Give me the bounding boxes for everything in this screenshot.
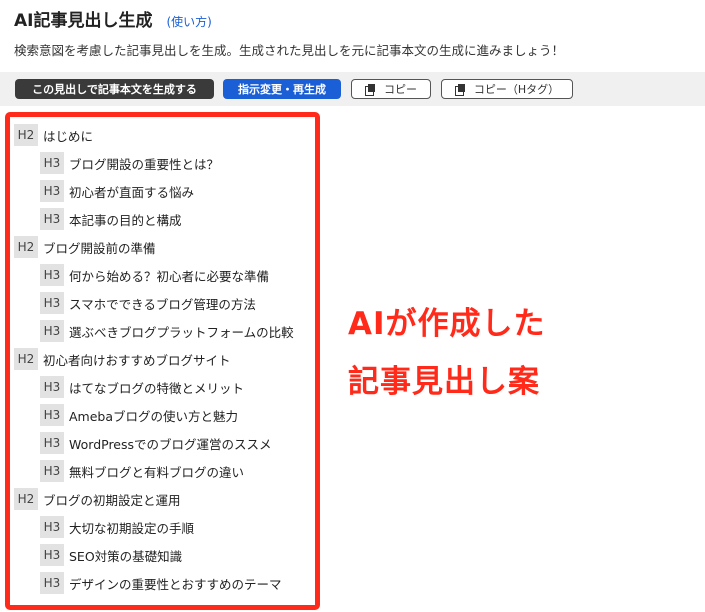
heading-level-badge: H3 xyxy=(40,432,64,454)
heading-level-badge: H3 xyxy=(40,516,64,538)
copy-label: コピー xyxy=(384,83,417,96)
page-description: 検索意図を考慮した記事見出しを生成。生成された見出しを元に記事本文の生成に進みま… xyxy=(14,43,565,58)
heading-level-badge: H3 xyxy=(40,152,64,174)
regenerate-label: 指示変更・再生成 xyxy=(238,83,326,96)
heading-level-badge: H3 xyxy=(40,572,64,594)
heading-level-badge: H3 xyxy=(40,320,64,342)
heading-level-badge: H2 xyxy=(14,124,38,146)
generate-article-label: この見出しで記事本文を生成する xyxy=(32,83,197,96)
howto-link[interactable]: (使い方) xyxy=(166,13,211,30)
heading-row-h3: H3 はてなブログの特徴とメリット xyxy=(14,373,314,401)
heading-level-badge: H2 xyxy=(14,236,38,258)
copy-htag-label: コピー（Hタグ） xyxy=(473,83,560,96)
heading-row-h3: H3 何から始める？初心者に必要な準備 xyxy=(14,261,314,289)
regenerate-button[interactable]: 指示変更・再生成 xyxy=(223,79,341,99)
heading-text: 選ぶべきブログプラットフォームの比較 xyxy=(69,324,294,340)
heading-text: 初心者向けおすすめブログサイト xyxy=(43,352,231,368)
copy-icon xyxy=(454,83,466,96)
heading-outline-highlight: H2 はじめに H3 ブログ開設の重要性とは？ H3 初心者が直面する悩み H3 本記事の目的… xyxy=(5,112,320,610)
heading-text: 何から始める？初心者に必要な準備 xyxy=(69,268,270,284)
heading-text: WordPressでのブログ運営のススメ xyxy=(69,436,272,452)
heading-row-h3: H3 無料ブログと有料ブログの違い xyxy=(14,457,314,485)
heading-row-h3: H3 初心者が直面する悩み xyxy=(14,177,314,205)
heading-level-badge: H3 xyxy=(40,208,64,230)
header: AI記事見出し生成 (使い方) xyxy=(14,6,212,31)
heading-level-badge: H3 xyxy=(40,376,64,398)
heading-text: 本記事の目的と構成 xyxy=(69,212,182,228)
heading-level-badge: H3 xyxy=(40,544,64,566)
heading-level-badge: H2 xyxy=(14,488,38,510)
heading-level-badge: H3 xyxy=(40,460,64,482)
toolbar: この見出しで記事本文を生成する 指示変更・再生成 コピー コピー（Hタグ） xyxy=(0,72,705,106)
heading-level-badge: H3 xyxy=(40,180,64,202)
heading-row-h3: H3 Amebaブログの使い方と魅力 xyxy=(14,401,314,429)
heading-text: 大切な初期設定の手順 xyxy=(69,520,195,536)
heading-row-h3: H3 スマホでできるブログ管理の方法 xyxy=(14,289,314,317)
heading-text: はじめに xyxy=(43,128,94,144)
heading-level-badge: H3 xyxy=(40,264,64,286)
copy-htag-button[interactable]: コピー（Hタグ） xyxy=(441,79,573,99)
heading-row-h3: H3 WordPressでのブログ運営のススメ xyxy=(14,429,314,457)
heading-row-h3: H3 ブログ開設の重要性とは？ xyxy=(14,149,314,177)
heading-text: ブログ開設の重要性とは？ xyxy=(69,156,220,172)
heading-level-badge: H3 xyxy=(40,404,64,426)
copy-icon xyxy=(365,83,376,96)
heading-text: 無料ブログと有料ブログの違い xyxy=(69,464,245,480)
heading-row-h2: H2 初心者向けおすすめブログサイト xyxy=(14,345,314,373)
annotation-line-1: AIが作成した xyxy=(348,306,546,342)
heading-row-h2: H2 ブログの初期設定と運用 xyxy=(14,485,314,513)
heading-row-h2: H2 ブログ開設前の準備 xyxy=(14,233,314,261)
annotation-callout: AIが作成した 記事見出し案 xyxy=(348,295,546,411)
heading-row-h3: H3 デザインの重要性とおすすめのテーマ xyxy=(14,569,314,597)
heading-text: はてなブログの特徴とメリット xyxy=(69,380,245,396)
page-title: AI記事見出し生成 xyxy=(14,11,153,31)
heading-level-badge: H2 xyxy=(14,348,38,370)
heading-list: H2 はじめに H3 ブログ開設の重要性とは？ H3 初心者が直面する悩み H3 本記事の目的… xyxy=(14,121,314,597)
annotation-line-2: 記事見出し案 xyxy=(348,364,540,400)
heading-level-badge: H3 xyxy=(40,292,64,314)
heading-text: ブログの初期設定と運用 xyxy=(43,492,181,508)
heading-text: 初心者が直面する悩み xyxy=(69,184,195,200)
generate-article-button[interactable]: この見出しで記事本文を生成する xyxy=(15,79,214,99)
heading-text: SEO対策の基礎知識 xyxy=(69,548,183,564)
heading-row-h3: H3 選ぶべきブログプラットフォームの比較 xyxy=(14,317,314,345)
heading-text: デザインの重要性とおすすめのテーマ xyxy=(69,576,282,592)
heading-row-h3: H3 SEO対策の基礎知識 xyxy=(14,541,314,569)
heading-row-h2: H2 はじめに xyxy=(14,121,314,149)
heading-text: スマホでできるブログ管理の方法 xyxy=(69,296,256,312)
heading-row-h3: H3 本記事の目的と構成 xyxy=(14,205,314,233)
heading-text: ブログ開設前の準備 xyxy=(43,240,156,256)
copy-button[interactable]: コピー xyxy=(351,79,431,99)
heading-row-h3: H3 大切な初期設定の手順 xyxy=(14,513,314,541)
heading-text: Amebaブログの使い方と魅力 xyxy=(69,408,239,424)
